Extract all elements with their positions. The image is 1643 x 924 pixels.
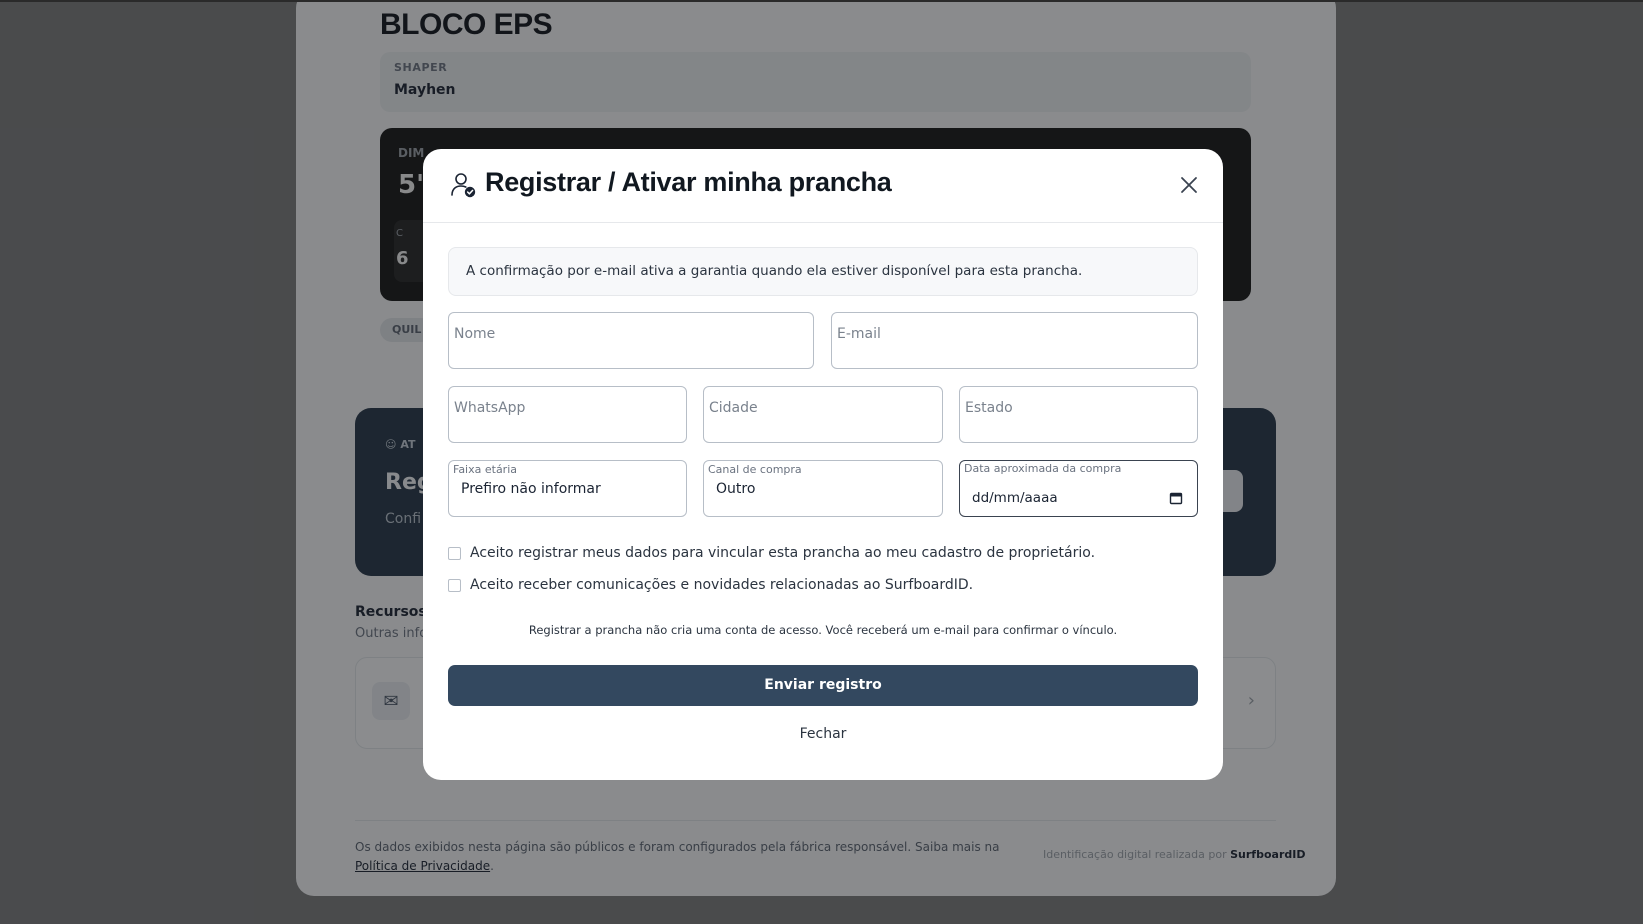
age-range-value: Prefiro não informar (461, 481, 601, 497)
whatsapp-placeholder: WhatsApp (454, 400, 526, 416)
user-check-icon (451, 173, 476, 198)
info-text: A confirmação por e-mail ativa a garanti… (466, 263, 1083, 279)
purchase-channel-label: Canal de compra (708, 463, 802, 476)
register-modal: Registrar / Ativar minha prancha A confi… (423, 149, 1223, 780)
purchase-channel-select[interactable]: Canal de compra Outro (703, 460, 943, 517)
consent-register-checkbox[interactable] (448, 546, 461, 560)
modal-title: Registrar / Ativar minha prancha (485, 167, 892, 197)
email-field[interactable]: E-mail (831, 312, 1198, 369)
info-box: A confirmação por e-mail ativa a garanti… (448, 247, 1198, 296)
email-placeholder: E-mail (837, 326, 881, 342)
state-placeholder: Estado (965, 400, 1013, 416)
consent-news-checkbox[interactable] (448, 578, 461, 592)
consent-news-label[interactable]: Aceito receber comunicações e novidades … (470, 577, 973, 593)
age-range-select[interactable]: Faixa etária Prefiro não informar (448, 460, 687, 517)
calendar-icon[interactable] (1169, 491, 1183, 505)
purchase-channel-value: Outro (716, 481, 756, 497)
name-placeholder: Nome (454, 326, 496, 342)
name-field[interactable]: Nome (448, 312, 814, 369)
purchase-date-input[interactable]: Data aproximada da compra dd/mm/aaaa (959, 460, 1198, 517)
close-icon[interactable] (1177, 173, 1201, 197)
consent-register-row[interactable]: Aceito registrar meus dados para vincula… (448, 545, 1095, 561)
consent-register-label[interactable]: Aceito registrar meus dados para vincula… (470, 545, 1095, 561)
modal-header: Registrar / Ativar minha prancha (423, 149, 1223, 223)
whatsapp-field[interactable]: WhatsApp (448, 386, 687, 443)
consent-news-row[interactable]: Aceito receber comunicações e novidades … (448, 577, 973, 593)
top-border (0, 0, 1643, 2)
registration-note: Registrar a prancha não cria uma conta d… (528, 623, 1118, 637)
purchase-date-value: dd/mm/aaaa (972, 490, 1058, 506)
purchase-date-label: Data aproximada da compra (964, 462, 1122, 475)
age-range-label: Faixa etária (453, 463, 518, 476)
city-field[interactable]: Cidade (703, 386, 943, 443)
close-button[interactable]: Fechar (423, 726, 1223, 742)
city-placeholder: Cidade (709, 400, 758, 416)
submit-button[interactable]: Enviar registro (448, 665, 1198, 706)
state-field[interactable]: Estado (959, 386, 1198, 443)
